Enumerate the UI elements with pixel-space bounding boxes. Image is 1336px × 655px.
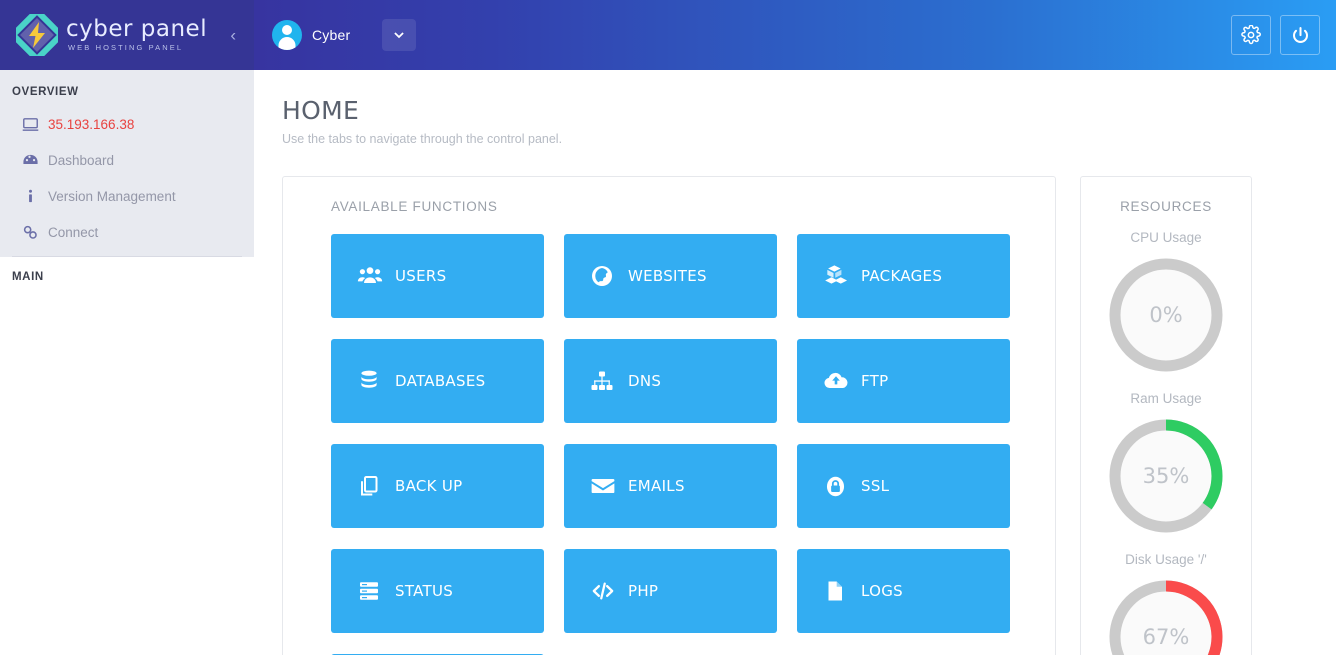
tile-ssl[interactable]: SSL (797, 444, 1010, 528)
tile-dns[interactable]: DNS (564, 339, 777, 423)
page-title: HOME (282, 96, 360, 125)
sidebar-item-label: Version Management (48, 188, 176, 204)
panels-row: AVAILABLE FUNCTIONS USERS WEBSITES PACKA… (282, 176, 1336, 655)
cpu-usage-label: CPU Usage (1130, 230, 1202, 245)
tile-label: USERS (395, 267, 447, 285)
user-dropdown-button[interactable] (382, 19, 417, 51)
tile-packages[interactable]: PACKAGES (797, 234, 1010, 318)
brand-subtitle: WEB HOSTING PANEL (68, 43, 184, 53)
page-content: HOME Use the tabs to navigate through th… (254, 70, 1336, 655)
sidebar-item-server-ip[interactable]: 35.193.166.38 (0, 106, 254, 142)
tile-websites[interactable]: WEBSITES (564, 234, 777, 318)
tile-logs[interactable]: LOGS (797, 549, 1010, 633)
tile-label: PACKAGES (861, 267, 943, 285)
brand-text: cyber panel WEB HOSTING PANEL (66, 18, 207, 52)
main-area: Cyber HOME Use the tabs to navigate thro… (254, 0, 1336, 655)
tile-label: DATABASES (395, 372, 486, 390)
disk-usage-label: Disk Usage '/' (1125, 552, 1207, 567)
boxes-icon (823, 263, 857, 289)
sidebar: cyber panel WEB HOSTING PANEL ‹ OVERVIEW… (0, 0, 254, 655)
sidebar-section-overview: OVERVIEW (12, 86, 79, 98)
tile-label: EMAILS (628, 477, 685, 495)
copy-files-icon (357, 474, 391, 498)
tile-emails[interactable]: EMAILS (564, 444, 777, 528)
tile-label: SSL (861, 477, 890, 495)
sidebar-item-dashboard[interactable]: Dashboard (0, 142, 254, 178)
tile-label: PHP (628, 582, 659, 600)
tile-users[interactable]: USERS (331, 234, 544, 318)
page-subtitle: Use the tabs to navigate through the con… (282, 132, 563, 146)
chevron-down-icon (394, 32, 405, 39)
tile-status[interactable]: STATUS (331, 549, 544, 633)
database-stack-icon (357, 369, 391, 393)
settings-button[interactable] (1231, 15, 1271, 55)
user-name-label: Cyber (312, 27, 351, 43)
tile-label: FTP (861, 372, 889, 390)
brand-title: cyber panel (66, 16, 208, 43)
resources-title: RESOURCES (1120, 199, 1212, 214)
topbar-actions (1231, 15, 1320, 55)
file-document-icon (823, 579, 857, 603)
user-avatar-icon (272, 20, 302, 50)
sidebar-item-label: Dashboard (48, 152, 115, 168)
user-menu[interactable]: Cyber (272, 20, 350, 50)
available-functions-panel: AVAILABLE FUNCTIONS USERS WEBSITES PACKA… (282, 176, 1056, 655)
ram-usage-value: 35% (1142, 464, 1190, 488)
gear-icon (1241, 25, 1261, 45)
tile-databases[interactable]: DATABASES (331, 339, 544, 423)
tile-label: DNS (628, 372, 662, 390)
info-icon (22, 188, 48, 205)
users-group-icon (357, 263, 391, 289)
tile-php[interactable]: PHP (564, 549, 777, 633)
tile-label: STATUS (395, 582, 454, 600)
tile-backup[interactable]: BACK UP (331, 444, 544, 528)
tile-label: BACK UP (395, 477, 463, 495)
cpu-usage-value: 0% (1149, 303, 1183, 327)
sidebar-item-connect[interactable]: Connect (0, 214, 254, 250)
cloud-upload-icon (823, 368, 857, 394)
code-brackets-icon (590, 578, 624, 604)
functions-tile-grid: USERS WEBSITES PACKAGES DATABASES DNS FT… (283, 234, 1055, 655)
server-rack-icon (357, 579, 391, 603)
sidebar-item-label: 35.193.166.38 (48, 116, 135, 132)
tile-ftp[interactable]: FTP (797, 339, 1010, 423)
dashboard-gauge-icon (22, 152, 48, 169)
ram-usage-label: Ram Usage (1130, 391, 1202, 406)
brand-logo-bar[interactable]: cyber panel WEB HOSTING PANEL ‹ (0, 0, 254, 70)
sidebar-section-main: MAIN (0, 257, 254, 655)
cyberpanel-diamond-bolt-logo (10, 8, 64, 62)
globe-icon (590, 264, 624, 288)
ram-usage-gauge: 35% (1106, 416, 1226, 536)
cpu-usage-gauge: 0% (1106, 255, 1226, 375)
logout-button[interactable] (1280, 15, 1320, 55)
sidebar-item-label: Connect (48, 224, 99, 240)
link-chain-icon (22, 224, 48, 241)
disk-usage-value: 67% (1142, 625, 1190, 649)
resources-panel: RESOURCES CPU Usage 0% Ram Usage 35% Dis… (1080, 176, 1252, 655)
sidebar-collapse-icon[interactable]: ‹ (230, 27, 236, 44)
sitemap-icon (590, 369, 624, 393)
topbar: Cyber (254, 0, 1336, 70)
tile-label: LOGS (861, 582, 903, 600)
lock-shield-icon (823, 474, 857, 499)
cyberpanel-app: cyber panel WEB HOSTING PANEL ‹ OVERVIEW… (0, 0, 1336, 655)
tile-label: WEBSITES (628, 267, 707, 285)
monitor-icon (22, 116, 48, 133)
sidebar-item-version-management[interactable]: Version Management (0, 178, 254, 214)
power-icon (1292, 26, 1308, 43)
disk-usage-gauge: 67% (1106, 577, 1226, 655)
envelope-icon (590, 473, 624, 499)
available-functions-title: AVAILABLE FUNCTIONS (331, 199, 498, 214)
